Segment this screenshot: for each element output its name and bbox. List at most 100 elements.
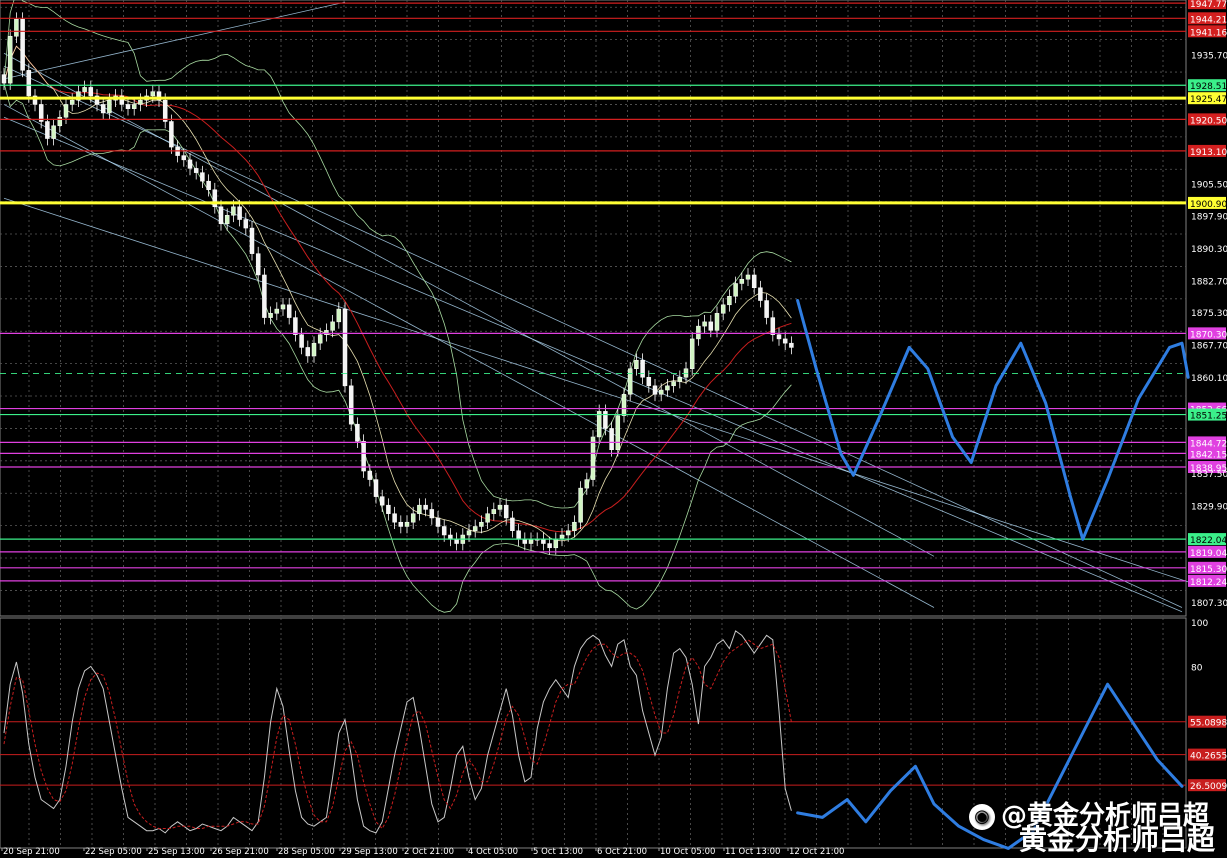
candle-bullish xyxy=(336,308,342,323)
candle-bearish xyxy=(200,172,205,182)
candle-bearish xyxy=(237,206,242,220)
candle-bearish xyxy=(262,274,267,318)
candle-bearish xyxy=(789,342,794,348)
candle-bearish xyxy=(429,509,435,519)
candle-bearish xyxy=(187,159,193,169)
price-tick-label: 1890.30 xyxy=(1191,245,1227,255)
chart-canvas: 1935.70 1928.51 1925.47 1920.50 1913.10 1905.… xyxy=(0,0,1227,856)
oscillator-level-label: 55.0898 xyxy=(1190,719,1227,729)
candle-bullish xyxy=(733,283,738,297)
candle-bullish xyxy=(231,206,236,216)
candle-bearish xyxy=(379,496,385,506)
candle-bearish xyxy=(243,219,249,229)
candle-bearish xyxy=(603,411,608,429)
time-tick-label: 29 Sep 13:00 xyxy=(341,847,398,856)
candle-bearish xyxy=(640,359,645,378)
oscillator-level-label: 26.5009 xyxy=(1190,782,1227,792)
time-tick-label: 22 Sep 05:00 xyxy=(85,847,142,856)
candle-bullish xyxy=(330,321,335,331)
candle-bearish xyxy=(522,539,528,544)
candle-bullish xyxy=(596,411,602,438)
price-level-tag-label: 1928.51 xyxy=(1190,82,1227,92)
candle-bearish xyxy=(652,385,658,395)
price-level-tag-label: 1870.30 xyxy=(1190,330,1227,340)
candle-bearish xyxy=(305,347,311,357)
candle-bullish xyxy=(107,99,112,114)
candle-bearish xyxy=(293,317,298,335)
candle-bullish xyxy=(621,394,627,416)
candle-bullish xyxy=(57,116,63,127)
candle-bullish xyxy=(51,125,56,139)
candle-bullish xyxy=(745,274,751,280)
candle-bearish xyxy=(503,504,509,519)
price-level-tag-label: 1925.47 xyxy=(1190,95,1227,105)
oscillator-tick-label: 80 xyxy=(1191,663,1203,673)
candle-bearish xyxy=(510,517,515,531)
candle-bullish xyxy=(268,313,273,318)
price-level-tag-label: 1815.30 xyxy=(1190,565,1227,575)
candle-bearish xyxy=(255,253,261,276)
price-level-tag-label: 1941.16 xyxy=(1190,28,1227,38)
candle-bearish xyxy=(193,168,199,173)
candle-bearish xyxy=(646,377,652,387)
candle-bearish xyxy=(342,308,348,387)
candle-bullish xyxy=(615,415,621,450)
candle-bearish xyxy=(386,504,391,514)
candle-bearish xyxy=(26,70,32,97)
candle-bearish xyxy=(218,206,224,225)
candle-bullish xyxy=(324,330,329,335)
candle-bullish xyxy=(634,359,639,369)
candle-bullish xyxy=(138,99,143,105)
candle-bullish xyxy=(528,539,534,544)
candle-bullish xyxy=(150,91,156,97)
candle-bearish xyxy=(398,521,404,527)
candle-bullish xyxy=(714,313,720,331)
price-tick-label: 1905.50 xyxy=(1191,180,1227,190)
price-level-tag-label: 1822.04 xyxy=(1190,536,1227,546)
price-level-tag-label: 1812.24 xyxy=(1190,578,1227,588)
candle-bullish xyxy=(280,304,286,310)
candle-bearish xyxy=(454,539,459,544)
time-tick-label: 28 Sep 05:00 xyxy=(278,847,335,856)
candle-bearish xyxy=(392,513,397,523)
candle-bearish xyxy=(286,304,292,318)
time-tick-label: 4 Oct 05:00 xyxy=(468,847,518,856)
price-panel: 1935.70 1928.51 1925.47 1920.50 1913.10 1905.… xyxy=(0,0,1227,617)
watermark-line-2: 黄金分析师吕超 xyxy=(1019,818,1215,858)
candle-bearish xyxy=(125,104,131,109)
candle-bearish xyxy=(249,227,255,254)
candle-bullish xyxy=(665,385,670,391)
candle-bearish xyxy=(206,180,211,190)
candle-bullish xyxy=(63,104,69,118)
time-tick-label: 6 Oct 21:00 xyxy=(597,847,647,856)
candle-bearish xyxy=(435,517,441,527)
candle-bullish xyxy=(479,521,484,527)
candle-bearish xyxy=(758,287,763,301)
candle-bullish xyxy=(584,479,590,489)
candle-bullish xyxy=(590,436,596,480)
price-level-tag-label: 1851.25 xyxy=(1190,412,1227,422)
candle-bearish xyxy=(1,74,7,84)
candle-bearish xyxy=(423,504,428,510)
candle-bearish xyxy=(373,479,379,497)
candle-bullish xyxy=(658,389,664,395)
candle-bullish xyxy=(689,338,695,369)
candle-bearish xyxy=(541,539,546,544)
weibo-logo-icon: ◉ xyxy=(968,803,995,830)
candle-bearish xyxy=(181,155,187,161)
candle-bullish xyxy=(417,504,422,514)
candle-bullish xyxy=(131,104,137,109)
price-tick-label: 1860.10 xyxy=(1191,374,1227,384)
price-level-tag-label: 1913.10 xyxy=(1190,148,1227,158)
candle-bearish xyxy=(20,18,25,71)
time-tick-label: 20 Sep 21:00 xyxy=(3,847,60,856)
candle-bearish xyxy=(348,385,354,425)
price-tick-label: 1837.50 xyxy=(1191,470,1227,480)
candle-bearish xyxy=(88,87,94,97)
candle-bullish xyxy=(14,18,19,37)
candle-bullish xyxy=(702,321,707,327)
candle-bearish xyxy=(782,338,788,344)
candle-bullish xyxy=(466,530,472,536)
price-tick-label: 1882.70 xyxy=(1191,278,1227,288)
candle-bullish xyxy=(727,296,732,306)
